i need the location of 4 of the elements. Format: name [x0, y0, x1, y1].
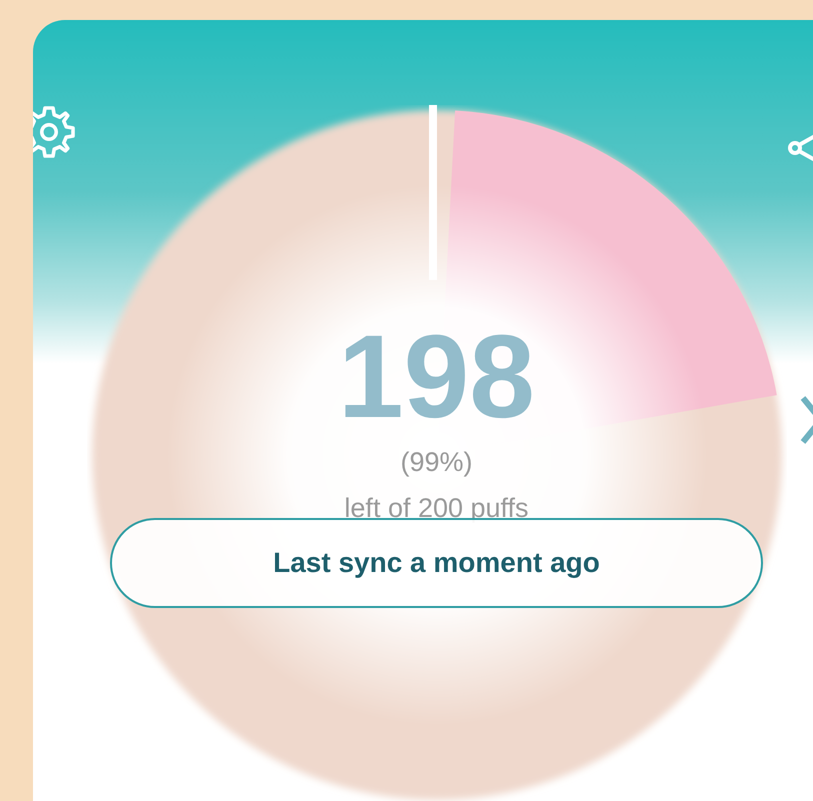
- last-sync-button[interactable]: Last sync a moment ago: [110, 518, 763, 608]
- remaining-percent: (99%): [400, 446, 473, 478]
- settings-icon[interactable]: [33, 104, 77, 160]
- remaining-count: 198: [338, 318, 535, 436]
